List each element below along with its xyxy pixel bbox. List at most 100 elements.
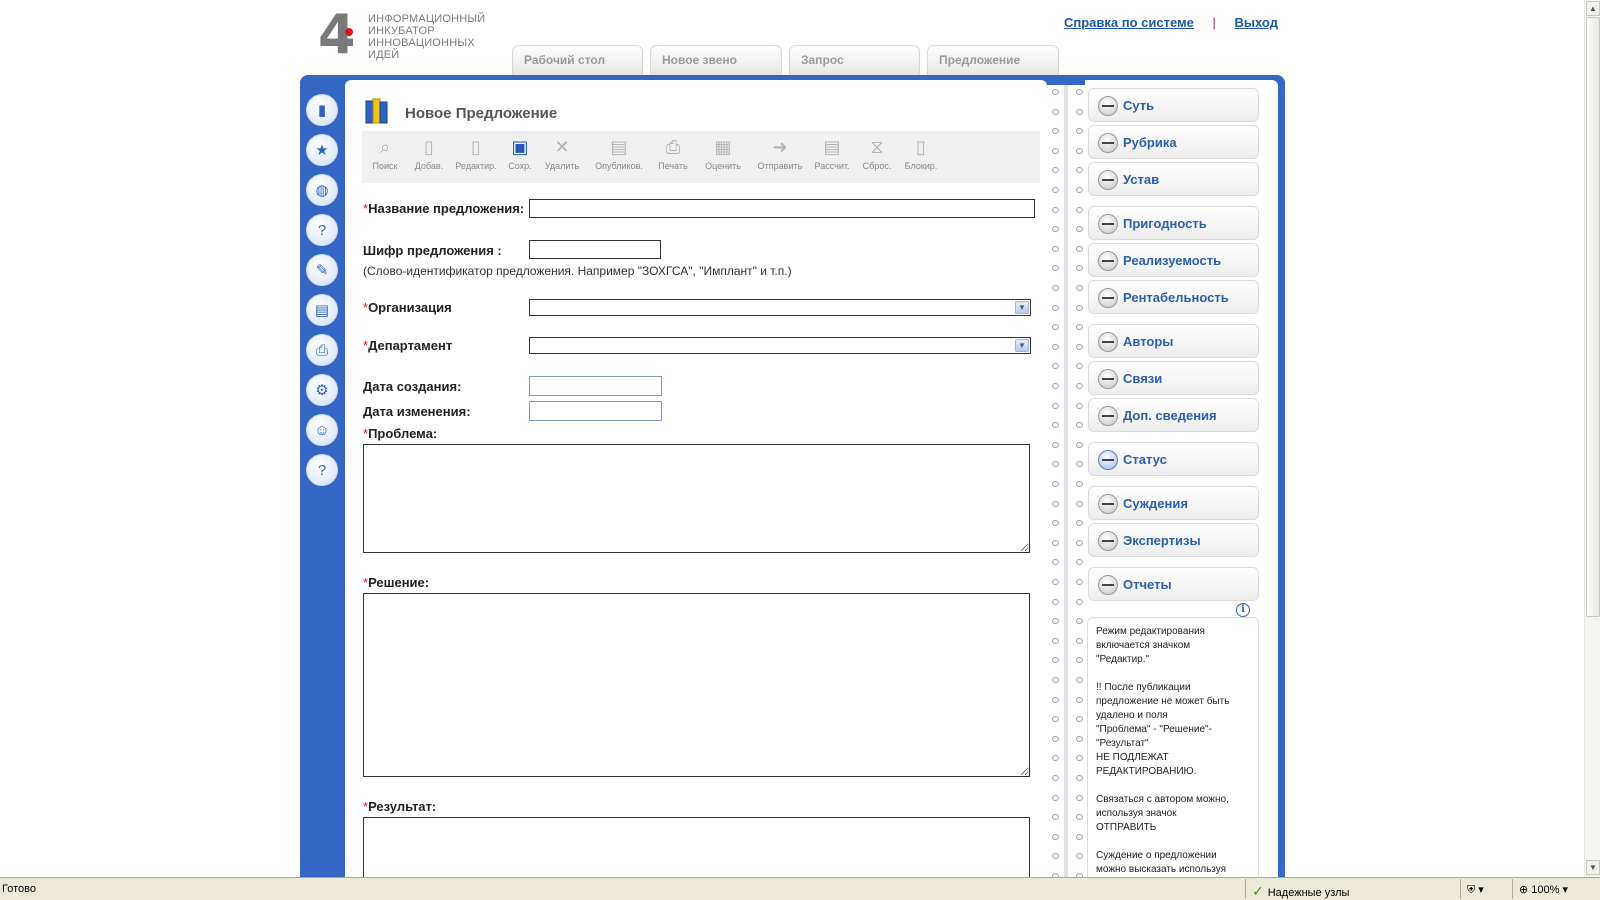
send-button[interactable]: ➜ Отправить: [755, 135, 805, 171]
minus-icon: [1098, 450, 1118, 470]
search-button[interactable]: ⌕ Поиск: [360, 135, 410, 171]
info-paragraph: Режим редактирования включается значком …: [1096, 626, 1205, 665]
logo-mark: 4: [318, 3, 356, 66]
globe-icon[interactable]: ◍: [306, 174, 338, 206]
sidebar-item-essence[interactable]: Суть: [1088, 88, 1259, 122]
proposal-name-input[interactable]: [529, 199, 1035, 218]
created-date-input[interactable]: [529, 376, 662, 396]
modified-date-input[interactable]: [529, 401, 662, 421]
sidebar-item-label: Связи: [1123, 371, 1163, 386]
minus-icon: [1098, 406, 1118, 426]
security-zone[interactable]: ✓ Надежные узлы: [1245, 879, 1460, 899]
site-logo[interactable]: 4 ИНФОРМАЦИОННЫЙ ИНКУБАТОР ИННОВАЦИОННЫХ…: [318, 3, 488, 66]
spiral-ring: [1051, 226, 1085, 232]
scrollbar-thumb[interactable]: [1586, 17, 1600, 617]
spiral-ring: [1051, 167, 1085, 173]
spiral-ring: [1051, 814, 1085, 820]
spiral-ring: [1051, 657, 1085, 663]
folder-star-icon[interactable]: ★: [306, 134, 338, 166]
book-icon[interactable]: ▮: [306, 94, 338, 126]
sidebar-item-expertise[interactable]: Экспертизы: [1088, 523, 1259, 557]
info-paragraph: Связаться с автором можно, используя зна…: [1096, 794, 1229, 833]
spiral-ring: [1051, 775, 1085, 781]
printer-icon[interactable]: ⎙: [306, 334, 338, 366]
sidebar-item-suitability[interactable]: Пригодность: [1088, 206, 1259, 240]
organization-select[interactable]: ▼: [529, 299, 1031, 316]
spiral-ring: [1051, 442, 1085, 448]
page-title: Новое Предложение: [405, 105, 558, 122]
protected-mode-control[interactable]: ⛨ ▾: [1460, 879, 1512, 899]
settings-icon[interactable]: ⚙: [306, 374, 338, 406]
logout-link[interactable]: Выход: [1235, 15, 1278, 30]
sidebar-item-extra-info[interactable]: Доп. сведения: [1088, 398, 1259, 432]
sidebar-item-feasibility[interactable]: Реализуемость: [1088, 243, 1259, 277]
scroll-down-icon[interactable]: ▼: [1586, 860, 1600, 875]
user-icon[interactable]: ☺: [306, 414, 338, 446]
info-icon[interactable]: i: [1236, 603, 1250, 617]
sidebar-item-charter[interactable]: Устав: [1088, 162, 1259, 196]
spiral-ring: [1051, 422, 1085, 428]
spiral-ring: [1051, 736, 1085, 742]
solution-textarea[interactable]: [363, 593, 1030, 777]
minus-icon: [1098, 170, 1118, 190]
reset-icon: ⧖: [870, 137, 884, 157]
spiral-ring: [1051, 755, 1085, 761]
spiral-ring: [1051, 559, 1085, 565]
rate-button[interactable]: ▦ Оценить: [698, 135, 748, 171]
chevron-down-icon[interactable]: ▼: [1015, 339, 1029, 352]
sidebar-item-opinions[interactable]: Суждения: [1088, 486, 1259, 520]
spiral-ring: [1051, 305, 1085, 311]
spiral-ring: [1051, 128, 1085, 134]
edit-doc-icon[interactable]: ✎: [306, 254, 338, 286]
info-paragraph: !! После публикации предложение не может…: [1096, 682, 1230, 777]
sidebar-item-status[interactable]: Статус: [1088, 442, 1259, 476]
created-date-label: Дата создания:: [363, 379, 462, 394]
print-icon: ⎙: [665, 137, 681, 157]
lock-button[interactable]: ▯ Блокир.: [896, 135, 946, 171]
delete-button[interactable]: ✕ Удалить: [537, 135, 587, 171]
sidebar-item-authors[interactable]: Авторы: [1088, 324, 1259, 358]
calculate-button[interactable]: ▤ Рассчит.: [807, 135, 857, 171]
result-textarea[interactable]: [363, 817, 1030, 877]
books-icon[interactable]: ▤: [306, 294, 338, 326]
minus-icon: [1098, 96, 1118, 116]
zoom-control[interactable]: ⊕ 100% ▾: [1512, 879, 1592, 899]
chevron-down-icon[interactable]: ▼: [1015, 301, 1029, 314]
spiral-ring: [1051, 638, 1085, 644]
print-button[interactable]: ⎙ Печать: [648, 135, 698, 171]
toolbar-label: Блокир.: [904, 161, 938, 171]
spiral-ring: [1051, 403, 1085, 409]
toolbar-label: Печать: [658, 161, 688, 171]
question-icon[interactable]: ?: [306, 214, 338, 246]
status-bar: Готово ✓ Надежные узлы ⛨ ▾ ⊕ 100% ▾: [0, 877, 1600, 900]
spiral-ring: [1051, 579, 1085, 585]
department-label-text: Департамент: [368, 338, 453, 353]
publish-button[interactable]: ▤ Опубликов.: [589, 135, 649, 171]
info-box: Режим редактирования включается значком …: [1087, 617, 1259, 877]
edit-button[interactable]: ▯ Редактир.: [451, 135, 501, 171]
sidebar-item-profitability[interactable]: Рентабельность: [1088, 280, 1259, 314]
help-link[interactable]: Справка по системе: [1064, 15, 1194, 30]
sidebar-item-rubric[interactable]: Рубрика: [1088, 125, 1259, 159]
help-icon[interactable]: ?: [306, 454, 338, 486]
spiral-ring: [1051, 207, 1085, 213]
spiral-ring: [1051, 363, 1085, 369]
sidebar-item-links[interactable]: Связи: [1088, 361, 1259, 395]
tab-label: Предложение: [939, 53, 1021, 67]
problem-label-text: Проблема:: [368, 426, 438, 441]
zoom-level: 100%: [1531, 884, 1560, 896]
result-label: *Результат:: [363, 799, 436, 814]
spiral-ring: [1051, 520, 1085, 526]
shield-icon: ⛨ ▾: [1467, 884, 1484, 896]
reset-button[interactable]: ⧖ Сброс.: [852, 135, 902, 171]
problem-textarea[interactable]: [363, 444, 1030, 553]
spiral-ring: [1051, 383, 1085, 389]
proposal-code-input[interactable]: [529, 240, 661, 259]
sidebar-item-reports[interactable]: Отчеты: [1088, 567, 1259, 601]
organization-label-text: Организация: [368, 300, 452, 315]
department-select[interactable]: ▼: [529, 337, 1031, 354]
add-button[interactable]: ▯ Добав.: [404, 135, 454, 171]
spiral-ring: [1051, 873, 1085, 877]
scroll-up-icon[interactable]: ▲: [1586, 1, 1600, 16]
vertical-scrollbar[interactable]: ▲ ▼: [1584, 0, 1600, 877]
